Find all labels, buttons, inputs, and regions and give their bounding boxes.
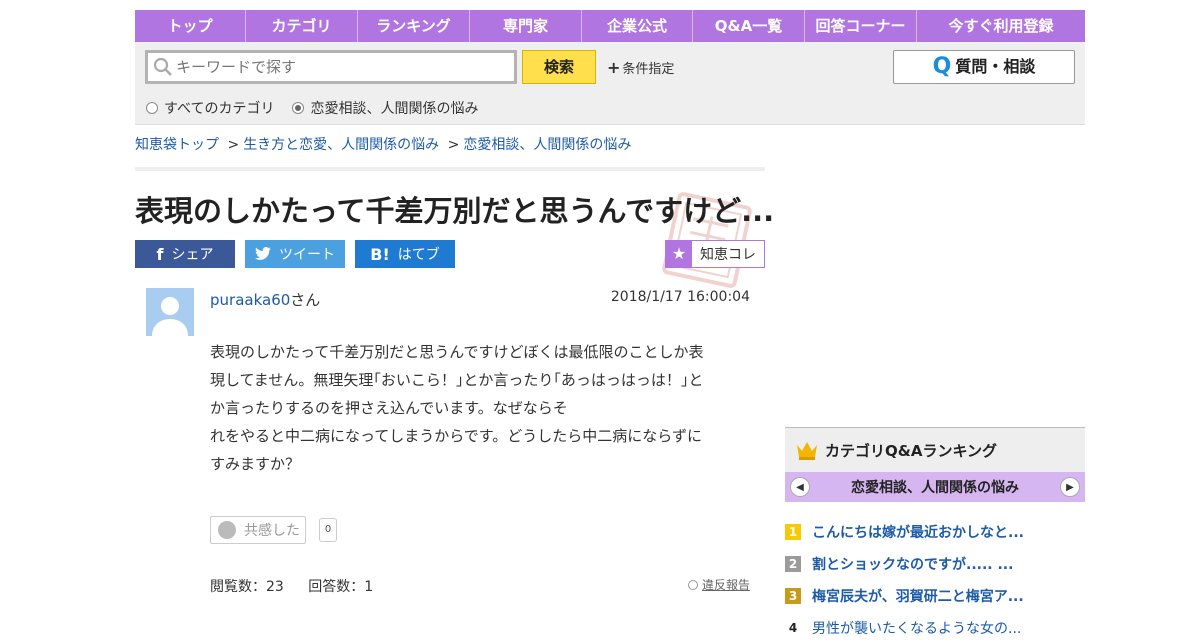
ranking-list: 1 こんにちは嫁が最近おかしなと... 2 割とショックなのですが..... ... 3…: [785, 516, 1085, 644]
ranking-item[interactable]: 4 男性が襲いたくなるような女の...: [785, 612, 1085, 644]
condition-link[interactable]: + 条件指定: [607, 58, 674, 77]
author-suffix: さん: [290, 291, 321, 309]
global-nav: トップ カテゴリ ランキング 専門家 企業公式 Q&A一覧 回答コーナー 今すぐ…: [135, 10, 1085, 42]
body-line: れをやると中二病になってしまうからです。どうしたら中二病にならずに: [210, 427, 703, 445]
ranking-title: カテゴリQ&Aランキング: [825, 441, 997, 460]
empathize-label: 共感した: [244, 523, 300, 539]
q-icon: Q: [932, 54, 952, 79]
prev-arrow-icon[interactable]: ◀: [790, 477, 810, 497]
answer-count: 回答数：1: [308, 579, 374, 595]
ranking-item-title: 割とショックなのですが..... ...: [812, 557, 1014, 573]
ranking-item-title: こんにちは嫁が最近おかしなと...: [812, 525, 1024, 541]
crown-icon: [797, 442, 817, 460]
prohibited-icon: [687, 580, 698, 590]
ranking-item-title: 男性が襲いたくなるような女の...: [812, 621, 1022, 637]
ranking-item[interactable]: 3 梅宮辰夫が、羽賀研二と梅宮ア...: [785, 580, 1085, 612]
nav-answer-corner[interactable]: 回答コーナー: [805, 10, 917, 42]
twitter-icon: [255, 247, 271, 260]
rank-number: 4: [788, 621, 798, 635]
search-icon: [153, 57, 172, 76]
radio-label: すべてのカテゴリ: [164, 101, 275, 117]
post-date: 2018/1/17 16:00:04: [610, 289, 750, 305]
ask-question-label: 質問・相談: [955, 57, 1036, 76]
rank-number: 1: [785, 524, 801, 540]
empathize-button[interactable]: 共感した: [210, 516, 306, 544]
report-link[interactable]: 違反報告: [687, 576, 750, 593]
nav-register[interactable]: 今すぐ利用登録: [917, 10, 1085, 42]
body-line: 表現のしかたって千差万別だと思うんですけどぼくは最低限のことしか表: [210, 343, 704, 361]
smile-icon: [218, 521, 236, 539]
search-input[interactable]: [176, 58, 506, 76]
divider: [135, 167, 765, 171]
search-area: 検索 +条件指定 Q質問・相談 すべてのカテゴリ 恋愛相談、人間関係の悩み: [135, 42, 1085, 125]
nav-ranking[interactable]: ランキング: [358, 10, 470, 42]
report-label: 違反報告: [701, 578, 750, 592]
chiekore-button[interactable]: ★ 知恵コレ: [665, 240, 765, 268]
share-bar: f シェア ツイート B! はてブ: [135, 240, 455, 268]
twitter-share-button[interactable]: ツイート: [245, 240, 345, 268]
hatena-share-button[interactable]: B! はてブ: [355, 240, 455, 268]
user-silhouette-icon: [146, 288, 194, 336]
radio-dot: [146, 102, 158, 114]
view-count: 閲覧数：23: [210, 579, 284, 595]
ranking-item[interactable]: 2 割とショックなのですが..... ...: [785, 548, 1085, 580]
radio-current-category[interactable]: 恋愛相談、人間関係の悩み: [292, 98, 478, 118]
ranking-category: 恋愛相談、人間関係の悩み: [851, 480, 1019, 496]
search-button[interactable]: 検索: [522, 50, 596, 84]
ranking-sidebar: カテゴリQ&Aランキング ◀ 恋愛相談、人間関係の悩み ▶ 1 こんにちは嫁が最近…: [785, 427, 1085, 644]
author: puraaka60さん: [210, 289, 320, 310]
body-line: か言ったりするのを押さえ込んでいます。なぜならそ: [210, 399, 568, 417]
facebook-label: シェア: [171, 247, 214, 263]
question-body: 表現のしかたって千差万別だと思うんですけどぼくは最低限のことしか表 現してません…: [210, 338, 750, 478]
rank-number: 3: [785, 588, 801, 604]
breadcrumb: 知恵袋トップ > 生き方と恋愛、人間関係の悩み > 恋愛相談、人間関係の悩み: [135, 134, 631, 154]
ranking-item[interactable]: 1 こんにちは嫁が最近おかしなと...: [785, 516, 1085, 548]
nav-qa-list[interactable]: Q&A一覧: [693, 10, 805, 42]
category-radios: すべてのカテゴリ 恋愛相談、人間関係の悩み: [146, 98, 478, 118]
facebook-share-button[interactable]: f シェア: [135, 240, 235, 268]
star-icon: ★: [666, 241, 692, 267]
question-title: 表現のしかたって千差万別だと思うんですけど...: [135, 194, 775, 228]
twitter-label: ツイート: [279, 247, 335, 263]
radio-label: 恋愛相談、人間関係の悩み: [310, 101, 479, 117]
page: トップ カテゴリ ランキング 専門家 企業公式 Q&A一覧 回答コーナー 今すぐ…: [135, 10, 1085, 637]
avatar[interactable]: [146, 288, 194, 336]
nav-category[interactable]: カテゴリ: [246, 10, 358, 42]
ranking-item-title: 梅宮辰夫が、羽賀研二と梅宮ア...: [812, 589, 1024, 605]
author-link[interactable]: puraaka60: [210, 291, 290, 309]
breadcrumb-life[interactable]: 生き方と恋愛、人間関係の悩み: [243, 137, 439, 153]
plus-icon: +: [607, 58, 621, 77]
breadcrumb-category[interactable]: 恋愛相談、人間関係の悩み: [463, 137, 631, 153]
next-arrow-icon[interactable]: ▶: [1060, 477, 1080, 497]
condition-label: 条件指定: [622, 62, 675, 77]
breadcrumb-top[interactable]: 知恵袋トップ: [135, 137, 219, 153]
ask-question-button[interactable]: Q 質問・相談: [893, 50, 1075, 84]
search-box: [145, 50, 517, 84]
nav-experts[interactable]: 専門家: [470, 10, 582, 42]
ranking-header: カテゴリQ&Aランキング: [785, 427, 1085, 472]
rank-number: 2: [785, 556, 801, 572]
radio-all-categories[interactable]: すべてのカテゴリ: [146, 98, 274, 118]
breadcrumb-sep: >: [227, 137, 240, 153]
body-line: すみますか？: [210, 455, 301, 473]
body-line: 現してません。無理矢理｢おいこら！｣とか言ったり｢あっはっはっは！｣と: [210, 371, 704, 389]
hatena-icon: B!: [370, 244, 390, 264]
hatena-label: はてブ: [397, 247, 440, 263]
facebook-icon: f: [156, 244, 164, 264]
radio-dot-selected: [292, 102, 305, 114]
chiekore-label: 知恵コレ: [700, 247, 756, 263]
empathize-count: 0: [319, 518, 337, 542]
nav-top[interactable]: トップ: [135, 10, 246, 42]
ranking-category-bar: ◀ 恋愛相談、人間関係の悩み ▶: [785, 472, 1085, 502]
breadcrumb-sep: >: [447, 137, 460, 153]
nav-official[interactable]: 企業公式: [582, 10, 693, 42]
question-stats: 閲覧数：23 回答数：1: [210, 576, 393, 596]
